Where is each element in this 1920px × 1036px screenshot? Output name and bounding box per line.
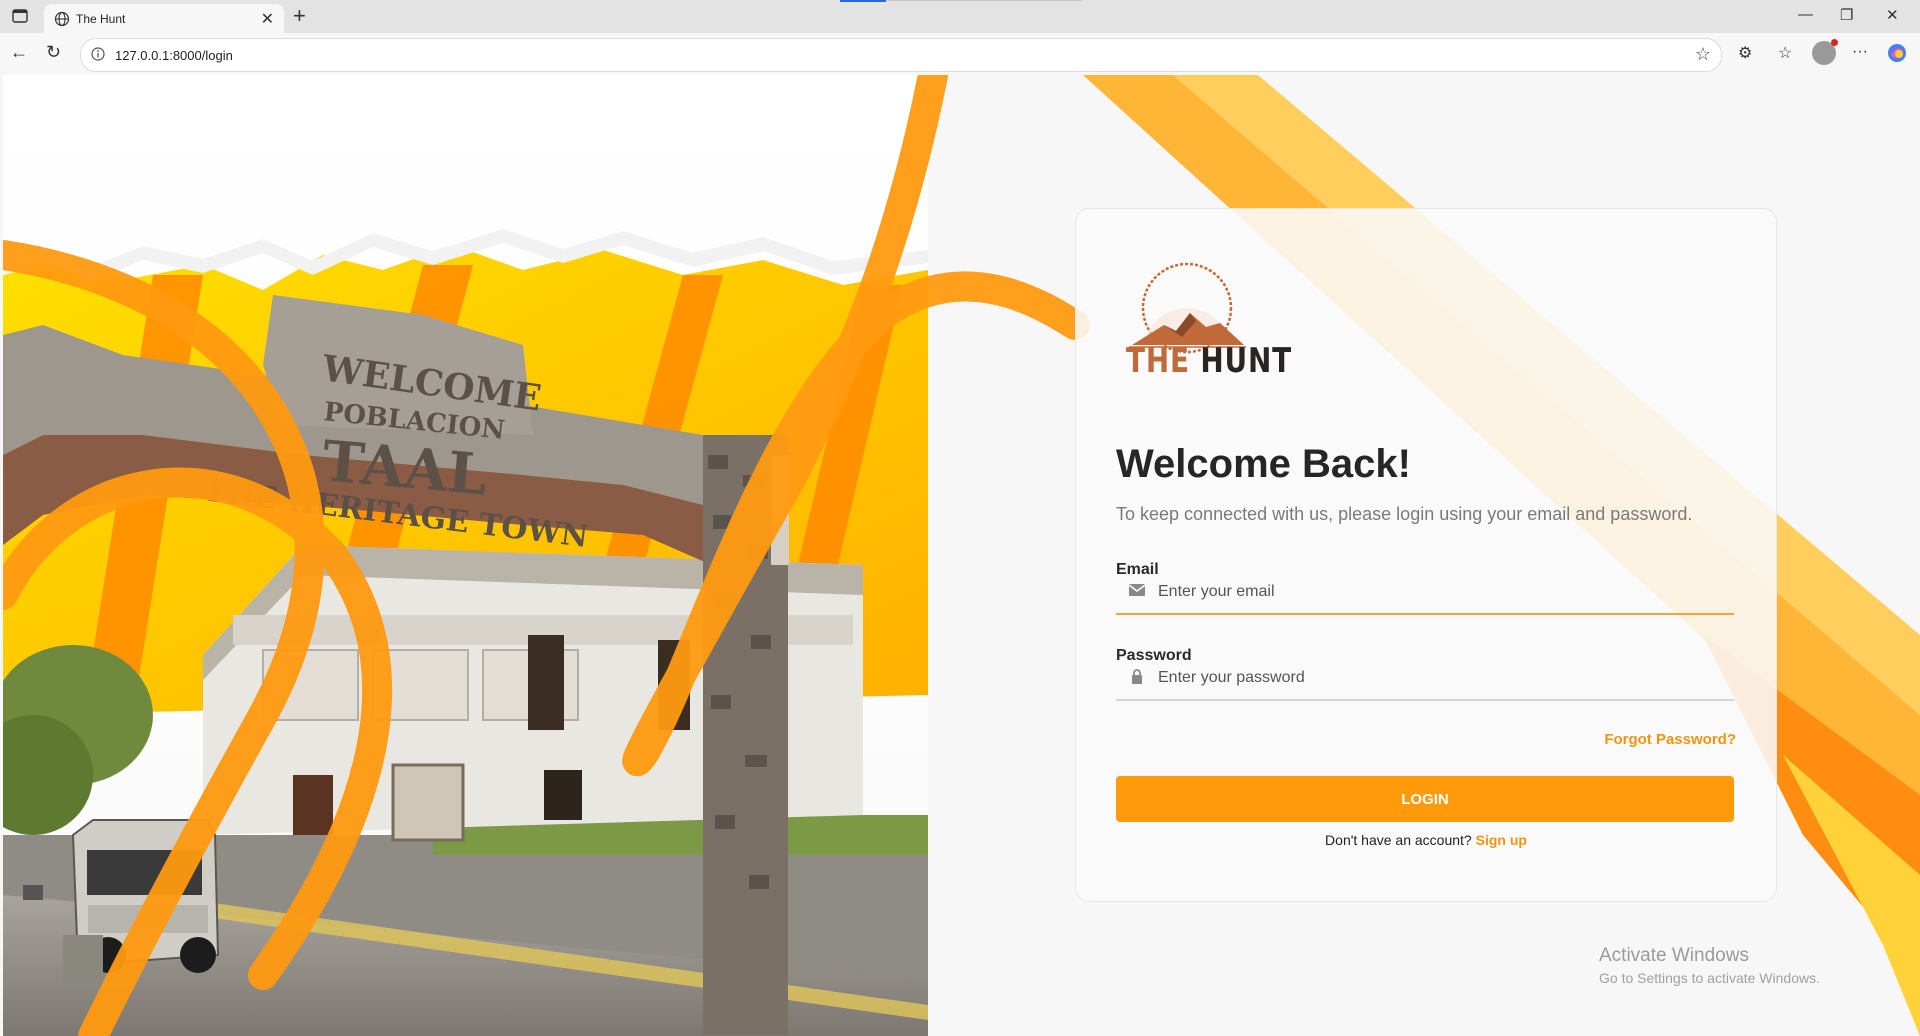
extensions-icon[interactable]: ⚙ xyxy=(1738,43,1752,63)
minimize-button[interactable]: — xyxy=(1798,6,1813,23)
login-subtitle: To keep connected with us, please login … xyxy=(1116,504,1693,524)
password-field[interactable] xyxy=(1156,663,1720,693)
logo-hunt-text: HUNT xyxy=(1200,341,1292,381)
password-field-container xyxy=(1116,655,1734,701)
back-icon[interactable]: ← xyxy=(10,42,28,63)
browser-tab[interactable]: The Hunt ✕ xyxy=(44,4,284,33)
loading-track xyxy=(886,0,1082,1)
signup-link[interactable]: Sign up xyxy=(1476,832,1527,848)
window-menu-icon[interactable] xyxy=(12,9,28,23)
lock-icon xyxy=(1132,669,1142,684)
login-page: WELCOME POBLACION TAAL THE HERITAGE TOWN xyxy=(3,75,1920,1036)
loading-indicator xyxy=(840,0,886,2)
email-field[interactable] xyxy=(1156,577,1720,607)
globe-icon xyxy=(54,11,70,27)
forgot-password-link[interactable]: Forgot Password? xyxy=(1604,731,1736,748)
hero-image: WELCOME POBLACION TAAL THE HERITAGE TOWN xyxy=(3,75,928,1036)
avatar[interactable] xyxy=(1812,39,1838,65)
taal-heritage-town-illustration: WELCOME POBLACION TAAL THE HERITAGE TOWN xyxy=(3,75,928,1036)
restore-button[interactable]: ❐ xyxy=(1840,6,1853,24)
signup-row: Don't have an account? Sign up xyxy=(1076,832,1776,848)
envelope-icon xyxy=(1128,584,1146,596)
new-tab-button[interactable]: + xyxy=(293,3,306,29)
tab-title: The Hunt xyxy=(76,12,126,26)
favorites-icon[interactable]: ☆ xyxy=(1778,43,1792,63)
url-text: 127.0.0.1:8000/login xyxy=(115,48,233,63)
browser-tab-bar: The Hunt ✕ + — ❐ ✕ xyxy=(0,0,1920,33)
login-button[interactable]: LOGIN xyxy=(1116,776,1734,822)
no-account-text: Don't have an account? xyxy=(1325,832,1472,848)
favorite-star-icon[interactable]: ☆ xyxy=(1695,44,1711,65)
login-card: THE HUNT Welcome Back! To keep connected… xyxy=(1075,208,1777,902)
page-title: Welcome Back! xyxy=(1116,442,1411,486)
jeepney xyxy=(63,819,220,985)
activate-windows-title: Activate Windows xyxy=(1599,945,1749,966)
close-window-button[interactable]: ✕ xyxy=(1886,6,1899,24)
activate-windows-subtitle: Go to Settings to activate Windows. xyxy=(1599,970,1820,986)
email-field-container xyxy=(1116,569,1734,615)
more-menu-icon[interactable]: ··· xyxy=(1852,43,1868,61)
site-info-icon[interactable] xyxy=(91,47,105,61)
tab-close-icon[interactable]: ✕ xyxy=(261,9,274,29)
reload-icon[interactable]: ↻ xyxy=(46,42,61,63)
copilot-icon[interactable] xyxy=(1886,42,1908,64)
browser-toolbar: ← ↻ 127.0.0.1:8000/login ☆ ⚙ ☆ ··· xyxy=(0,33,1920,75)
address-bar[interactable]: 127.0.0.1:8000/login ☆ xyxy=(80,38,1722,72)
logo-the-text: THE xyxy=(1126,341,1190,381)
logo-wordmark: THE HUNT xyxy=(1126,341,1292,381)
